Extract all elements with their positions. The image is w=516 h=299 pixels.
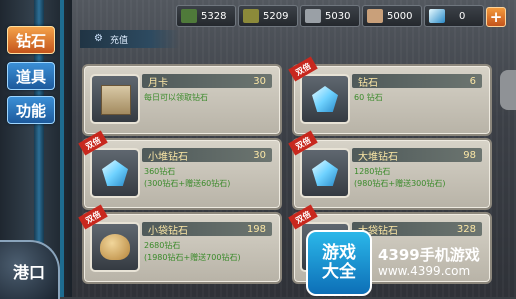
shop-item-small-diamond-bag[interactable]: 双倍 小袋钻石 198 2680钻石 (1980钻石+赠送700钻石)	[78, 204, 282, 284]
rail-line-decoration	[60, 0, 64, 297]
tab-functions[interactable]: 功能	[7, 96, 55, 124]
item-price: 30	[253, 75, 266, 87]
watermark-url: www.4399.com	[378, 264, 471, 278]
section-title: 充值	[110, 35, 129, 46]
item-desc: 每日可以领取钻石	[144, 93, 208, 102]
item-thumbnail	[300, 74, 350, 124]
diamond-icon	[312, 86, 338, 112]
item-titlebar: 钻石 6	[352, 74, 482, 89]
resource-bar: 5328 5209 5030 5000 0 +	[170, 5, 516, 27]
watermark-title: 4399手机游戏	[378, 246, 480, 264]
resource-fuel-value: 5328	[201, 10, 227, 22]
resource-diamond: 0	[424, 5, 484, 27]
resource-ammo-value: 5209	[263, 10, 289, 22]
item-name: 月卡	[148, 77, 168, 89]
resource-ammo: 5209	[238, 5, 298, 27]
item-titlebar: 小袋钻石 198	[142, 222, 272, 237]
item-price: 6	[469, 75, 476, 87]
port-label: 港口	[12, 262, 45, 282]
item-price: 98	[463, 149, 476, 161]
gear-icon: ⚙	[94, 33, 103, 44]
ammo-icon	[243, 9, 259, 23]
watermark-logo: 游戏大全 4399手机游戏 www.4399.com	[302, 228, 516, 297]
item-desc: 1280钻石	[354, 167, 391, 176]
item-thumbnail	[300, 148, 350, 198]
diamond-pile-small-icon	[102, 160, 128, 186]
fuel-icon	[181, 9, 197, 23]
watermark-badge-text: 游戏大全	[322, 243, 356, 282]
item-desc-detail: (1980钻石+赠送700钻石)	[144, 253, 241, 262]
shop-item-small-diamond-pile[interactable]: 双倍 小堆钻石 30 360钻石 (300钻石+赠送60钻石)	[78, 130, 282, 210]
diamond-bag-small-icon	[100, 234, 130, 260]
item-thumbnail	[90, 74, 140, 124]
item-thumbnail	[90, 222, 140, 272]
item-desc-detail: (300钻石+赠送60钻石)	[144, 179, 231, 188]
steel-icon	[305, 9, 321, 23]
section-header: ⚙ 充值	[80, 30, 180, 48]
item-desc: 60 钻石	[354, 93, 383, 102]
shop-item-diamond[interactable]: 双倍 钻石 6 60 钻石	[288, 56, 492, 136]
item-name: 大堆钻石	[358, 151, 398, 163]
diamond-pile-large-icon	[312, 160, 338, 186]
resource-diamond-value: 0	[459, 10, 466, 22]
resource-steel-value: 5030	[325, 10, 351, 22]
watermark-badge: 游戏大全	[306, 230, 372, 296]
monthly-card-icon	[101, 85, 131, 115]
add-diamond-button[interactable]: +	[486, 7, 506, 27]
resource-steel: 5030	[300, 5, 360, 27]
item-titlebar: 大堆钻石 98	[352, 148, 482, 163]
item-price: 30	[253, 149, 266, 161]
item-desc-detail: (980钻石+赠送300钻石)	[354, 179, 446, 188]
shop-item-large-diamond-pile[interactable]: 双倍 大堆钻石 98 1280钻石 (980钻石+赠送300钻石)	[288, 130, 492, 210]
port-button[interactable]: 港口	[0, 240, 60, 299]
item-titlebar: 小堆钻石 30	[142, 148, 272, 163]
resource-bauxite-value: 5000	[387, 10, 413, 22]
item-thumbnail	[90, 148, 140, 198]
item-price: 198	[246, 223, 266, 235]
item-name: 小堆钻石	[148, 151, 188, 163]
diamond-icon	[429, 9, 445, 23]
item-desc: 360钻石	[144, 167, 176, 176]
resource-fuel: 5328	[176, 5, 236, 27]
tab-diamond[interactable]: 钻石	[7, 26, 55, 54]
resource-bauxite: 5000	[362, 5, 422, 27]
item-titlebar: 月卡 30	[142, 74, 272, 89]
item-name: 钻石	[358, 77, 378, 89]
item-name: 小袋钻石	[148, 225, 188, 237]
item-desc: 2680钻石	[144, 241, 181, 250]
bauxite-icon	[367, 9, 383, 23]
scroll-handle[interactable]	[500, 70, 516, 110]
tab-items[interactable]: 道具	[7, 62, 55, 90]
shop-item-monthly-card[interactable]: 月卡 30 每日可以领取钻石	[82, 64, 282, 136]
